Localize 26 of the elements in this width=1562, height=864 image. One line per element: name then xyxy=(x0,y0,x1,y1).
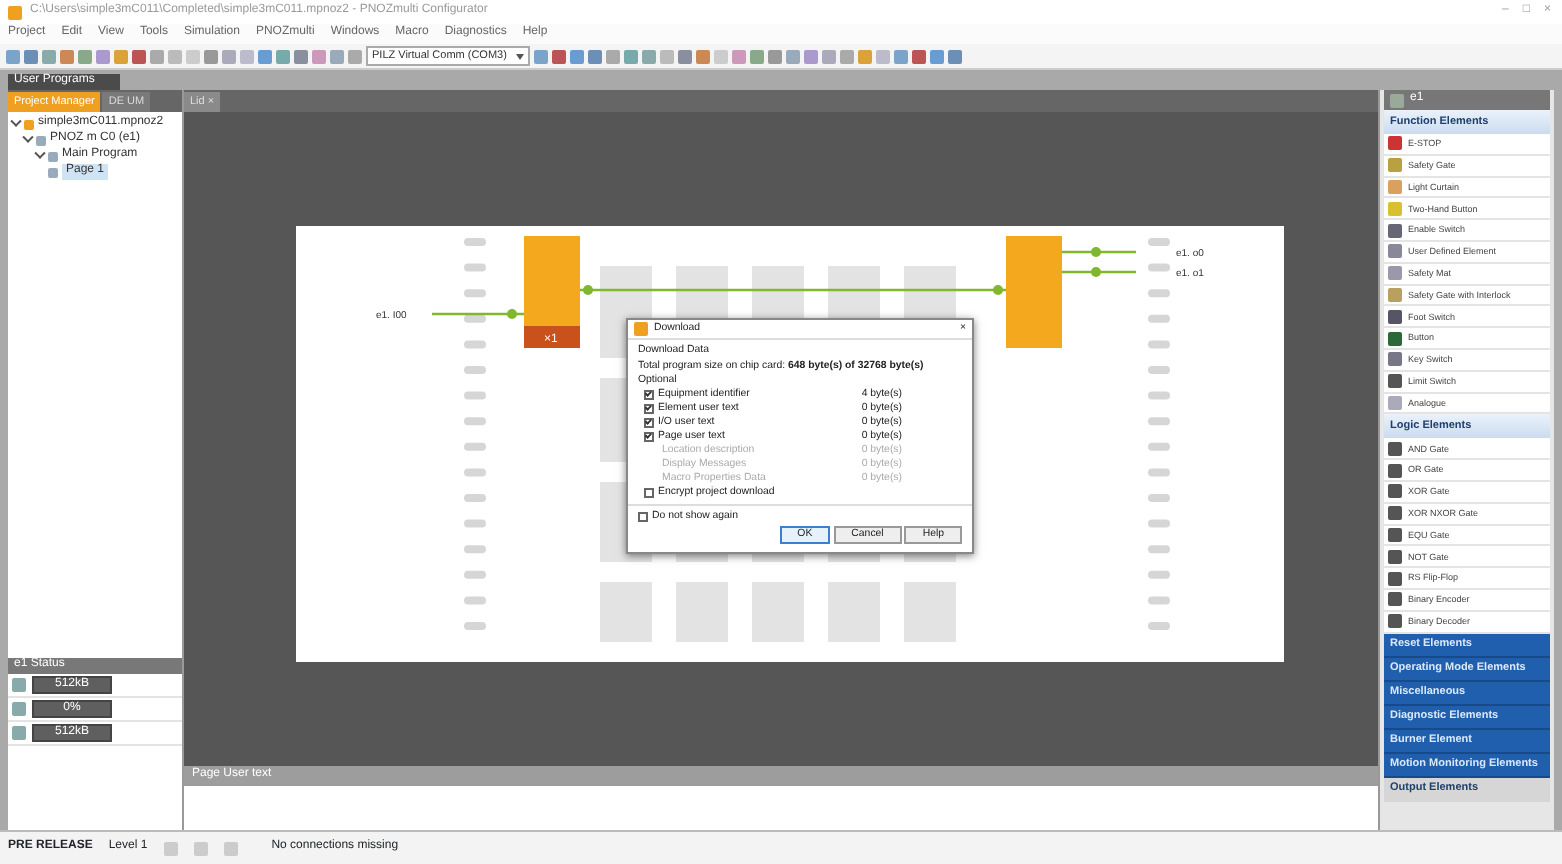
checkbox[interactable] xyxy=(644,417,654,428)
empty-slot xyxy=(600,582,652,642)
wire xyxy=(1062,267,1136,277)
tree-node-icon xyxy=(24,119,34,129)
module-icon xyxy=(1390,93,1404,107)
tree-node-icon xyxy=(48,167,58,177)
expand-icon[interactable] xyxy=(34,147,46,159)
expand-icon[interactable] xyxy=(10,115,22,127)
empty-slot xyxy=(676,582,728,642)
tree-node-icon xyxy=(36,135,46,145)
empty-slot xyxy=(904,582,956,642)
wire xyxy=(1062,247,1136,257)
empty-slot xyxy=(752,582,804,642)
empty-slot xyxy=(828,582,880,642)
function-block[interactable] xyxy=(524,236,580,348)
checkbox[interactable] xyxy=(644,487,654,498)
tree-node-icon xyxy=(48,151,58,161)
caret-icon xyxy=(516,53,524,59)
checkbox[interactable] xyxy=(638,511,648,522)
checkbox[interactable] xyxy=(644,431,654,442)
app-icon xyxy=(8,5,22,19)
expand-icon[interactable] xyxy=(22,131,34,143)
checkbox[interactable] xyxy=(644,389,654,400)
dialog-icon xyxy=(634,322,648,336)
checkbox[interactable] xyxy=(644,403,654,414)
wire xyxy=(432,309,524,319)
